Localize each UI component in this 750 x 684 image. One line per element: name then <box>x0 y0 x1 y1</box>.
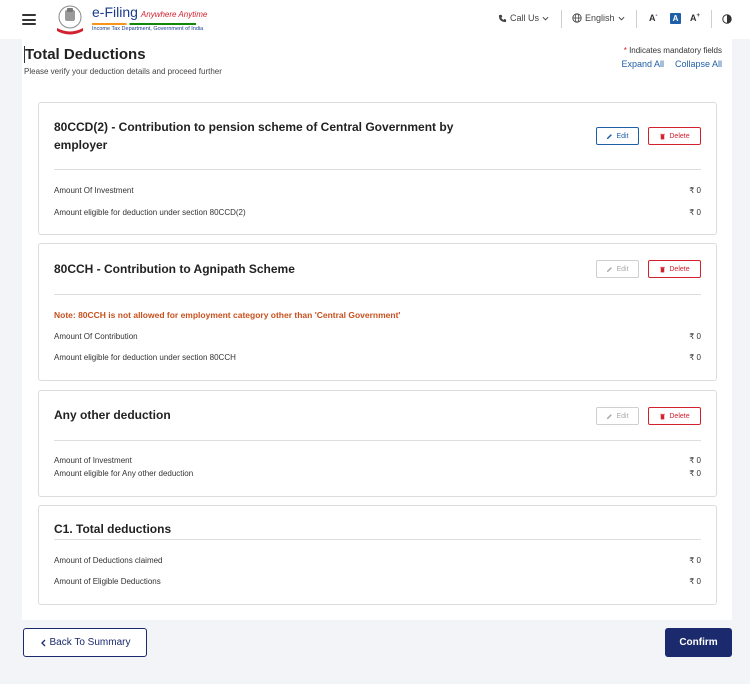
delete-button[interactable]: Delete <box>648 260 701 278</box>
language-menu[interactable]: English <box>572 13 625 23</box>
row-label: Amount of Eligible Deductions <box>54 577 161 586</box>
deduction-card-other: Any other deduction Edit Delete Amount o… <box>38 390 717 497</box>
card-title: Any other deduction <box>54 408 171 422</box>
brand-name: e-Filing <box>92 4 138 20</box>
header-separator <box>561 10 562 28</box>
row-value: ₹ 0 <box>689 353 701 362</box>
row-label: Amount of Investment <box>54 456 132 465</box>
card-divider <box>54 294 701 295</box>
card-title: 80CCD(2) - Contribution to pension schem… <box>54 120 454 152</box>
phone-icon <box>498 14 507 22</box>
trash-icon <box>660 133 666 139</box>
row-label: Amount eligible for Any other deduction <box>54 469 194 478</box>
pencil-icon <box>607 413 613 419</box>
brand-subtitle: Income Tax Department, Government of Ind… <box>92 26 204 32</box>
back-to-summary-button[interactable]: Back To Summary <box>23 628 147 657</box>
row-value: ₹ 0 <box>689 577 701 586</box>
mandatory-note: * Indicates mandatory fields <box>623 46 722 55</box>
pencil-icon <box>607 133 613 139</box>
top-header: e-Filing Anywhere Anytime Income Tax Depa… <box>0 0 750 39</box>
deduction-card-80cch: 80CCH - Contribution to Agnipath Scheme … <box>38 243 717 381</box>
card-divider <box>54 169 701 170</box>
collapse-all-link[interactable]: Collapse All <box>675 59 722 69</box>
contrast-icon[interactable] <box>722 14 732 24</box>
expand-all-link[interactable]: Expand All <box>621 59 664 69</box>
trash-icon <box>660 266 666 272</box>
confirm-button[interactable]: Confirm <box>665 628 732 657</box>
tricolor-bar <box>92 23 196 25</box>
call-us-menu[interactable]: Call Us <box>498 13 549 23</box>
font-default-button[interactable]: A <box>670 13 681 24</box>
brand-tagline: Anywhere Anytime <box>140 10 208 19</box>
card-title: 80CCH - Contribution to Agnipath Scheme <box>54 262 295 276</box>
row-label: Amount eligible for deduction under sect… <box>54 208 246 217</box>
chevron-down-icon <box>618 16 625 21</box>
row-value: ₹ 0 <box>689 186 701 195</box>
chevron-down-icon <box>542 16 549 21</box>
expand-collapse-links: Expand All Collapse All <box>621 59 722 69</box>
row-value: ₹ 0 <box>689 556 701 565</box>
font-increase-button[interactable]: A+ <box>690 13 700 23</box>
row-label: Amount eligible for deduction under sect… <box>54 353 236 362</box>
edit-button[interactable]: Edit <box>596 407 639 425</box>
language-label: English <box>585 13 615 23</box>
row-value: ₹ 0 <box>689 332 701 341</box>
row-label: Amount Of Contribution <box>54 332 138 341</box>
header-separator <box>711 10 712 28</box>
delete-button[interactable]: Delete <box>648 407 701 425</box>
pencil-icon <box>607 266 613 272</box>
edit-button[interactable]: Edit <box>596 127 639 145</box>
row-value: ₹ 0 <box>689 469 701 478</box>
page-title: Total Deductions <box>24 46 222 63</box>
deduction-card-80ccd2: 80CCD(2) - Contribution to pension schem… <box>38 102 717 235</box>
edit-button[interactable]: Edit <box>596 260 639 278</box>
call-us-label: Call Us <box>510 13 540 23</box>
card-divider <box>54 440 701 441</box>
row-value: ₹ 0 <box>689 208 701 217</box>
title-block: Total Deductions Please verify your dedu… <box>24 46 222 76</box>
page-subtitle: Please verify your deduction details and… <box>24 67 222 76</box>
card-title: C1. Total deductions <box>54 522 172 536</box>
row-value: ₹ 0 <box>689 456 701 465</box>
card-divider <box>54 539 701 540</box>
header-separator <box>636 10 637 28</box>
trash-icon <box>660 413 666 419</box>
emblem-logo <box>57 5 83 35</box>
row-label: Amount of Deductions claimed <box>54 556 163 565</box>
eligibility-note: Note: 80CCH is not allowed for employmen… <box>54 310 401 320</box>
row-label: Amount Of Investment <box>54 186 134 195</box>
menu-icon[interactable] <box>22 14 36 25</box>
brand-block[interactable]: e-Filing Anywhere Anytime Income Tax Depa… <box>92 4 207 32</box>
chevron-left-icon <box>40 639 45 646</box>
delete-button[interactable]: Delete <box>648 127 701 145</box>
total-deductions-card: C1. Total deductions Amount of Deduction… <box>38 505 717 605</box>
font-decrease-button[interactable]: A- <box>649 13 658 23</box>
globe-icon <box>572 13 582 23</box>
